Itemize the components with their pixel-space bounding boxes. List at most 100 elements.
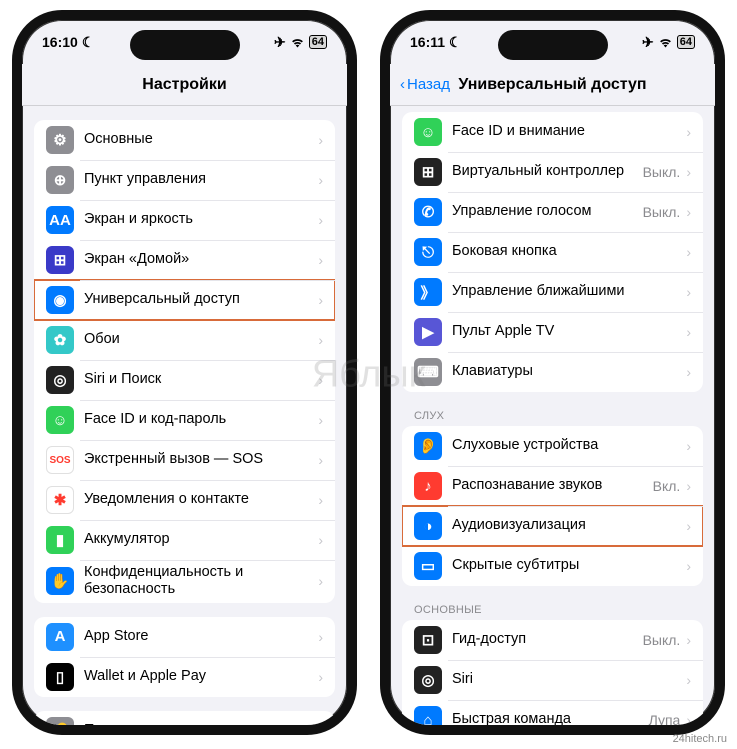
status-time: 16:11 xyxy=(410,34,445,50)
chevron-right-icon: › xyxy=(318,332,323,348)
voice-icon: ✆ xyxy=(414,198,442,226)
subtitles-icon: ▭ xyxy=(414,552,442,580)
appletv-icon: ▶ xyxy=(414,318,442,346)
chevron-right-icon: › xyxy=(318,492,323,508)
row-label: App Store xyxy=(84,628,318,645)
section-header-general: ОСНОВНЫЕ xyxy=(414,604,691,616)
row-faceid[interactable]: ☺Face ID и код-пароль› xyxy=(34,400,335,440)
chevron-right-icon: › xyxy=(686,712,691,725)
row-wallpaper[interactable]: ✿Обои› xyxy=(34,320,335,360)
row-voice[interactable]: ✆Управление голосомВыкл.› xyxy=(402,192,703,232)
row-sos[interactable]: SOSЭкстренный вызов — SOS› xyxy=(34,440,335,480)
chevron-right-icon: › xyxy=(686,284,691,300)
row-subtitles[interactable]: ▭Скрытые субтитры› xyxy=(402,546,703,586)
section-header-hearing: СЛУХ xyxy=(414,410,691,422)
chevron-right-icon: › xyxy=(686,558,691,574)
chevron-right-icon: › xyxy=(318,723,323,725)
appstore-icon: A xyxy=(46,623,74,651)
chevron-right-icon: › xyxy=(318,252,323,268)
display-icon: AA xyxy=(46,206,74,234)
shortcut-icon: ⌂ xyxy=(414,706,442,725)
row-label: Пароли xyxy=(84,722,318,725)
row-home[interactable]: ⊞Экран «Домой»› xyxy=(34,240,335,280)
notch xyxy=(498,30,608,60)
battery-icon: 64 xyxy=(309,35,327,49)
chevron-right-icon: › xyxy=(686,204,691,220)
guided-icon: ⊡ xyxy=(414,626,442,654)
row-control[interactable]: ⊕Пункт управления› xyxy=(34,160,335,200)
hearing-icon: 👂 xyxy=(414,432,442,460)
row-virtual[interactable]: ⊞Виртуальный контроллерВыкл.› xyxy=(402,152,703,192)
row-label: Быстрая команда xyxy=(452,711,649,725)
accessibility-list[interactable]: ☺Face ID и внимание›⊞Виртуальный контрол… xyxy=(390,106,715,725)
wifi-icon xyxy=(658,37,673,48)
chevron-right-icon: › xyxy=(686,632,691,648)
row-siri[interactable]: ◎Siri› xyxy=(402,660,703,700)
exposure-icon: ✱ xyxy=(46,486,74,514)
chevron-right-icon: › xyxy=(318,412,323,428)
row-display[interactable]: AA Экран и яркость› xyxy=(34,200,335,240)
footer-source: 24hitech.ru xyxy=(673,733,727,745)
row-value: Выкл. xyxy=(643,164,681,180)
group-store: A App Store› ▯Wallet и Apple Pay› xyxy=(34,617,335,697)
chevron-right-icon: › xyxy=(686,478,691,494)
chevron-right-icon: › xyxy=(686,438,691,454)
row-label: Аудиовизуализация xyxy=(452,517,686,534)
row-hearing[interactable]: 👂 Слуховые устройства› xyxy=(402,426,703,466)
page-title: Универсальный доступ xyxy=(458,76,646,94)
row-sidebutton[interactable]: ⎋Боковая кнопка› xyxy=(402,232,703,272)
chevron-right-icon: › xyxy=(318,292,323,308)
row-appstore[interactable]: A App Store› xyxy=(34,617,335,657)
airplane-icon: ✈ xyxy=(642,34,654,51)
row-battery[interactable]: ▮Аккумулятор› xyxy=(34,520,335,560)
row-label: Аккумулятор xyxy=(84,531,318,548)
row-wallet[interactable]: ▯Wallet и Apple Pay› xyxy=(34,657,335,697)
back-button[interactable]: ‹ Назад xyxy=(400,76,450,93)
row-audiovis[interactable]: ◑Аудиовизуализация› xyxy=(402,506,703,546)
row-appletv[interactable]: ▶Пульт Apple TV› xyxy=(402,312,703,352)
row-faceid[interactable]: ☺Face ID и внимание› xyxy=(402,112,703,152)
siri-icon: ◎ xyxy=(46,366,74,394)
chevron-right-icon: › xyxy=(318,132,323,148)
sound-icon: ♪ xyxy=(414,472,442,500)
row-label: Универсальный доступ xyxy=(84,291,318,308)
row-value: Вкл. xyxy=(653,478,681,494)
dnd-icon: ☾ xyxy=(82,34,95,51)
row-label: Экран и яркость xyxy=(84,211,318,228)
row-label: Face ID и внимание xyxy=(452,123,686,140)
group-accounts: 🔑Пароли›✉Почта› xyxy=(34,711,335,725)
wifi-icon xyxy=(290,37,305,48)
navbar: ‹ Назад Универсальный доступ xyxy=(390,64,715,106)
row-value: Лупа xyxy=(649,712,681,725)
settings-list[interactable]: ⚙Основные›⊕Пункт управления› AA Экран и яр… xyxy=(22,106,347,725)
battery-icon: ▮ xyxy=(46,526,74,554)
row-label: Слуховые устройства xyxy=(452,437,686,454)
row-exposure[interactable]: ✱Уведомления о контакте› xyxy=(34,480,335,520)
phone-right: 16:11 ☾ ✈ 64 ‹ Назад Универсальный досту… xyxy=(380,10,725,735)
row-nearby[interactable]: 》Управление ближайшими› xyxy=(402,272,703,312)
row-accessibility[interactable]: ◉Универсальный доступ› xyxy=(34,280,335,320)
row-label: Wallet и Apple Pay xyxy=(84,668,318,685)
chevron-right-icon: › xyxy=(318,212,323,228)
row-privacy[interactable]: ✋Конфиденциальность и безопасность› xyxy=(34,560,335,603)
chevron-left-icon: ‹ xyxy=(400,76,405,93)
row-guided[interactable]: ⊡Гид-доступВыкл.› xyxy=(402,620,703,660)
row-value: Выкл. xyxy=(643,632,681,648)
row-label: Боковая кнопка xyxy=(452,243,686,260)
row-passwords[interactable]: 🔑Пароли› xyxy=(34,711,335,725)
row-keyboard[interactable]: ⌨Клавиатуры› xyxy=(402,352,703,392)
nearby-icon: 》 xyxy=(414,278,442,306)
row-sound[interactable]: ♪Распознавание звуковВкл.› xyxy=(402,466,703,506)
row-label: Экран «Домой» xyxy=(84,251,318,268)
row-shortcut[interactable]: ⌂ Быстрая командаЛупа › xyxy=(402,700,703,725)
chevron-right-icon: › xyxy=(318,172,323,188)
gear-icon: ⚙ xyxy=(46,126,74,154)
row-siri[interactable]: ◎Siri и Поиск› xyxy=(34,360,335,400)
row-gear[interactable]: ⚙Основные› xyxy=(34,120,335,160)
chevron-right-icon: › xyxy=(318,452,323,468)
chevron-right-icon: › xyxy=(318,372,323,388)
row-label: Управление голосом xyxy=(452,203,643,220)
chevron-right-icon: › xyxy=(686,324,691,340)
chevron-right-icon: › xyxy=(318,629,323,645)
row-label: Экстренный вызов — SOS xyxy=(84,451,318,468)
